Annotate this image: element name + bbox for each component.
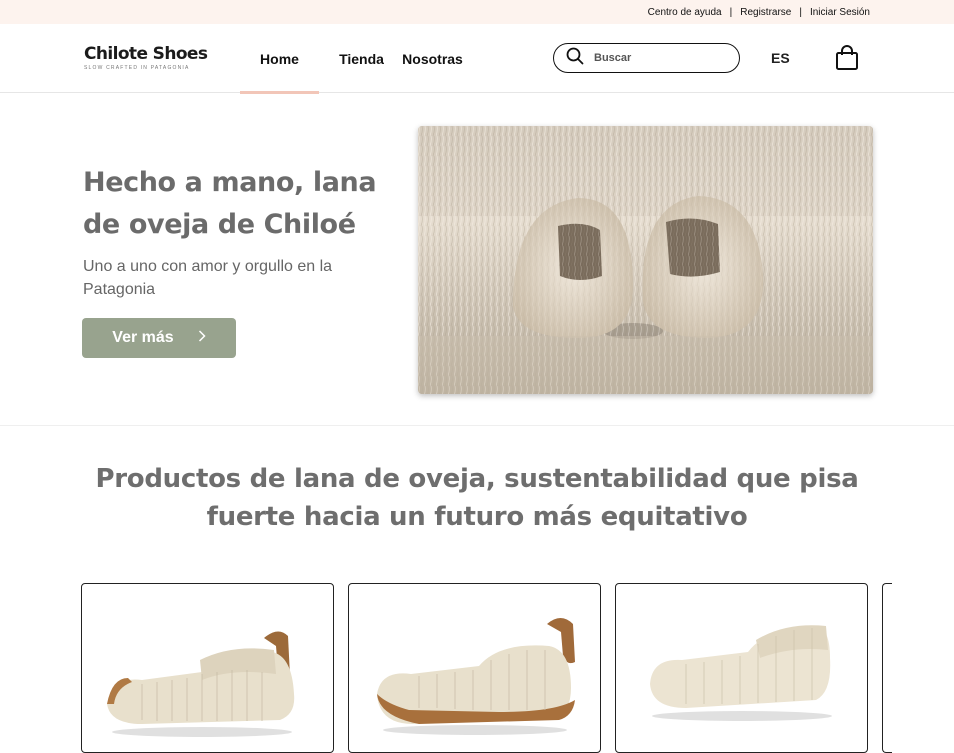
nav-about[interactable]: Nosotras bbox=[402, 24, 463, 93]
see-more-button[interactable]: Ver más bbox=[82, 318, 236, 358]
hero-image-wool-slippers bbox=[418, 126, 873, 394]
register-link[interactable]: Registrarse bbox=[740, 7, 791, 18]
nav-home[interactable]: Home bbox=[240, 24, 319, 94]
search-icon bbox=[566, 47, 584, 70]
product-image-slipper bbox=[650, 625, 832, 721]
product-card[interactable] bbox=[615, 583, 868, 753]
hero-title: Hecho a mano, lana de oveja de Chiloé bbox=[83, 167, 377, 240]
nav-shop[interactable]: Tienda bbox=[319, 24, 404, 93]
products-section-title: Productos de lana de oveja, sustentabili… bbox=[0, 460, 954, 536]
search-input[interactable] bbox=[594, 52, 724, 64]
logo[interactable]: Chilote Shoes SLOW CRAFTED IN PATAGONIA bbox=[84, 44, 208, 71]
product-image-slipper bbox=[377, 618, 575, 735]
separator: | bbox=[799, 6, 802, 18]
main-nav: Home Tienda Nosotras bbox=[240, 24, 463, 94]
product-image-slipper bbox=[107, 631, 295, 737]
product-card[interactable] bbox=[348, 583, 601, 753]
separator: | bbox=[729, 6, 733, 18]
shopping-bag-icon[interactable] bbox=[835, 45, 859, 71]
logo-text: Chilote Shoes bbox=[84, 44, 208, 64]
main-header: Chilote Shoes SLOW CRAFTED IN PATAGONIA … bbox=[0, 24, 954, 94]
product-card[interactable] bbox=[81, 583, 334, 753]
chevron-right-icon bbox=[198, 329, 206, 347]
logo-tagline: SLOW CRAFTED IN PATAGONIA bbox=[84, 65, 190, 71]
login-link[interactable]: Iniciar Sesión bbox=[810, 7, 870, 18]
hero-subtitle: Uno a uno con amor y orgullo en la Patag… bbox=[83, 258, 333, 298]
help-center-link[interactable]: Centro de ayuda bbox=[648, 7, 722, 18]
products-section-title-text: Productos de lana de oveja, sustentabili… bbox=[95, 464, 859, 532]
search-box[interactable] bbox=[553, 43, 740, 73]
utility-bar: Centro de ayuda | Registrarse | Iniciar … bbox=[0, 0, 954, 24]
see-more-label: Ver más bbox=[112, 329, 174, 346]
product-card-partial[interactable] bbox=[882, 583, 892, 753]
language-selector[interactable]: ES bbox=[771, 50, 790, 66]
section-divider bbox=[0, 425, 954, 426]
